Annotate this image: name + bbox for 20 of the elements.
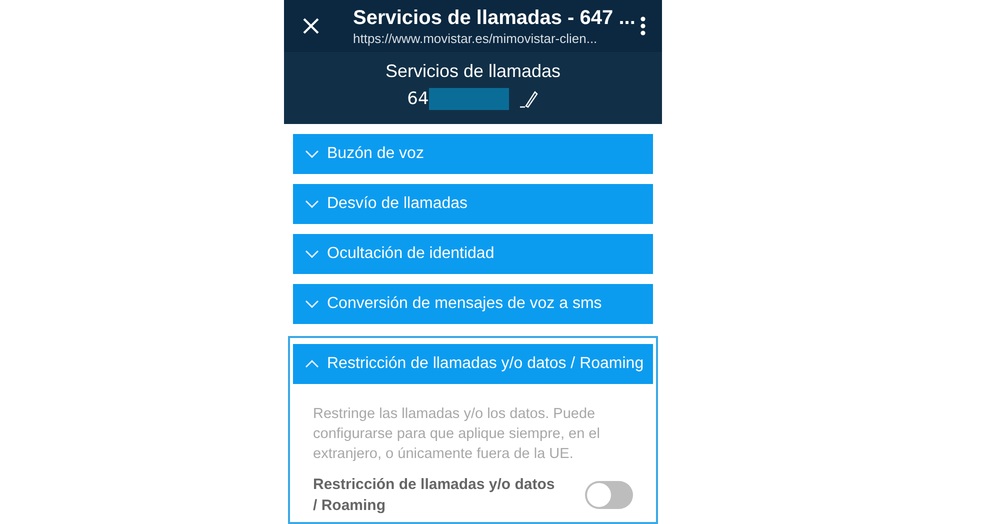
page-title: Servicios de llamadas - 647 ... — [353, 6, 632, 30]
chevron-down-icon — [305, 200, 319, 208]
page-url: https://www.movistar.es/mimovistar-clien... — [353, 30, 598, 46]
section-description: Restringe las llamadas y/o los datos. Puede configurarse para que aplique siempre, en el extranjero, o únicamente fuera de la UE. — [313, 405, 601, 464]
chevron-down-icon — [305, 150, 319, 158]
toggle-switch[interactable] — [585, 481, 633, 509]
section-header[interactable]: Ocultación de identidad — [293, 234, 653, 274]
toggle-label: Restricción de llamadas y/o datos / Roaming — [313, 475, 556, 516]
section-header[interactable]: Restricción de llamadas y/o datos / Roaming — [293, 344, 653, 384]
pencil-icon[interactable] — [518, 89, 539, 109]
section-header[interactable]: Conversión de mensajes de voz a sms — [293, 284, 653, 324]
phone-number: 64 — [407, 88, 429, 110]
chevron-down-icon — [305, 250, 319, 258]
chevron-down-icon — [305, 300, 319, 308]
header-title: Servicios de llamadas — [385, 60, 561, 83]
section-header[interactable]: Buzón de voz — [293, 134, 653, 174]
section-header[interactable]: Desvío de llamadas — [293, 184, 653, 224]
menu-icon[interactable] — [640, 16, 646, 36]
chevron-up-icon — [305, 360, 319, 368]
close-icon[interactable] — [301, 16, 321, 36]
